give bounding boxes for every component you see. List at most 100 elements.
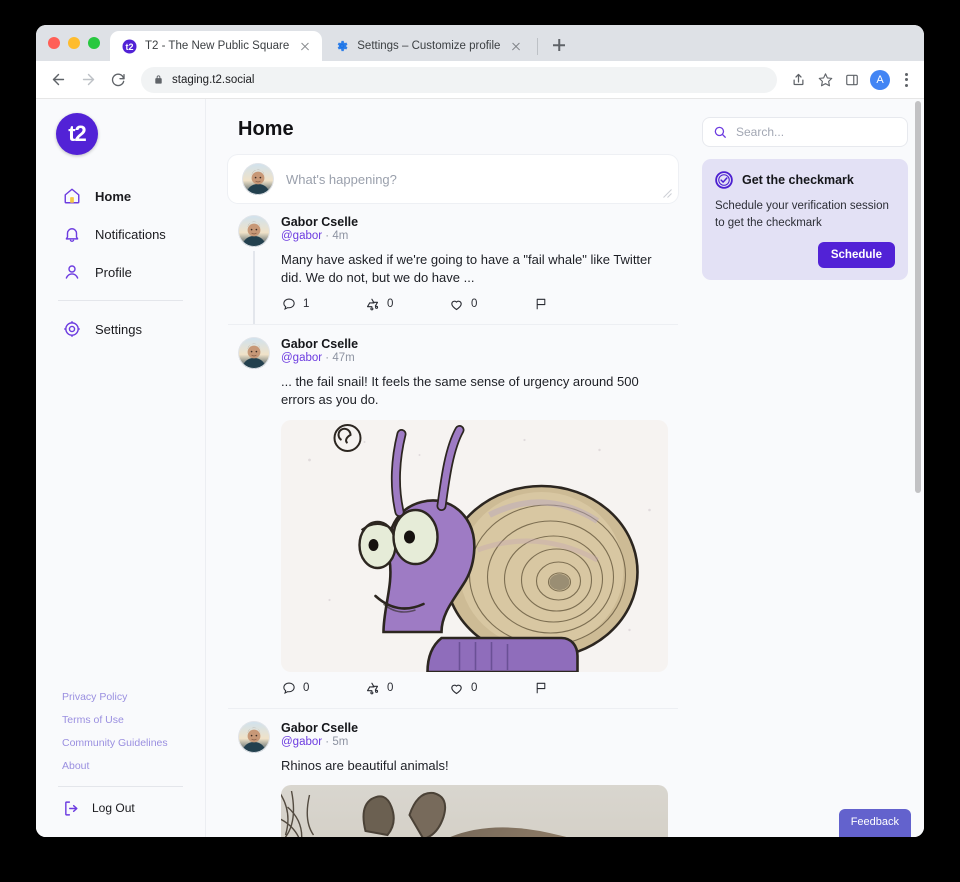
search-placeholder: Search... <box>736 125 785 139</box>
post-header: Gabor Cselle @gabor · 4m <box>281 215 668 242</box>
sidebar-item-profile[interactable]: Profile <box>36 253 205 291</box>
repost-icon <box>365 681 380 696</box>
scrollbar-thumb[interactable] <box>915 101 921 493</box>
post-author-handle[interactable]: @gabor <box>281 230 322 242</box>
search-input[interactable]: Search... <box>702 117 908 147</box>
avatar[interactable] <box>238 720 270 753</box>
sidebar-nav: Home Notifications Profile Settings <box>36 177 205 348</box>
bookmark-star-icon[interactable] <box>813 68 837 92</box>
maximize-window-button[interactable] <box>88 37 100 49</box>
browser-profile-avatar[interactable]: A <box>870 69 890 90</box>
reply-action[interactable]: 1 <box>281 297 365 312</box>
post-author-handle[interactable]: @gabor <box>281 736 322 748</box>
feedback-button[interactable]: Feedback <box>838 809 911 837</box>
close-window-button[interactable] <box>48 37 60 49</box>
repost-action[interactable]: 0 <box>365 681 449 696</box>
repost-action[interactable]: 0 <box>365 297 449 312</box>
sidebar-item-label: Home <box>95 188 132 204</box>
sidebar-item-home[interactable]: Home <box>36 177 205 215</box>
post-author-name[interactable]: Gabor Cselle <box>281 215 668 229</box>
sidebar-footer-links: Privacy Policy Terms of Use Community Gu… <box>36 691 205 786</box>
heart-icon <box>449 681 464 696</box>
home-icon <box>62 186 82 206</box>
logout-label: Log Out <box>92 801 135 815</box>
post-author-handle[interactable]: @gabor <box>281 352 322 364</box>
close-icon[interactable] <box>297 38 313 54</box>
lock-icon <box>153 74 164 85</box>
browser-tab-t2[interactable]: t2 T2 - The New Public Square <box>110 31 323 61</box>
post-item[interactable]: Gabor Cselle @gabor · 4m Many have asked… <box>228 203 678 324</box>
post-item[interactable]: Gabor Cselle @gabor · 5m Rhinos are beau… <box>228 707 678 837</box>
reply-count: 1 <box>303 298 310 311</box>
like-action[interactable]: 0 <box>449 297 533 312</box>
promo-header: Get the checkmark <box>715 171 895 189</box>
browser-tab-settings[interactable]: Settings – Customize profile <box>322 31 533 61</box>
post-meta: @gabor · 4m <box>281 230 668 242</box>
address-bar-url: staging.t2.social <box>172 73 255 86</box>
rhino-photo[interactable] <box>281 785 668 837</box>
repost-count: 0 <box>387 682 394 695</box>
promo-body-text: Schedule your verification session to ge… <box>715 200 889 229</box>
post-timestamp: 4m <box>332 230 349 242</box>
flag-icon <box>533 681 548 696</box>
sidebar-item-notifications[interactable]: Notifications <box>36 215 205 253</box>
repost-icon <box>365 297 380 312</box>
link-terms-of-use[interactable]: Terms of Use <box>62 714 205 726</box>
like-count: 0 <box>471 682 478 695</box>
reply-count: 0 <box>303 682 310 695</box>
address-bar[interactable]: staging.t2.social <box>141 66 777 93</box>
browser-menu-icon[interactable] <box>896 69 916 91</box>
avatar[interactable] <box>238 215 270 247</box>
close-icon[interactable] <box>508 38 524 54</box>
report-action[interactable] <box>533 297 617 312</box>
page-scrollbar[interactable] <box>914 101 922 835</box>
browser-tab-title: Settings – Customize profile <box>357 40 501 52</box>
sidebar-divider <box>58 300 183 301</box>
snail-illustration[interactable] <box>281 419 668 672</box>
resize-handle-icon[interactable] <box>663 189 672 198</box>
link-community-guidelines[interactable]: Community Guidelines <box>62 737 205 749</box>
avatar[interactable] <box>238 336 270 369</box>
schedule-button[interactable]: Schedule <box>817 242 895 269</box>
gear-icon <box>62 319 82 339</box>
post-gutter <box>238 336 270 708</box>
share-icon[interactable] <box>786 68 810 92</box>
post-meta: @gabor · 47m <box>281 352 668 364</box>
reload-button[interactable] <box>104 66 132 94</box>
tab-separator <box>537 38 539 55</box>
reply-action[interactable]: 0 <box>281 681 365 696</box>
right-rail: Search... Get the checkmark Schedule you… <box>692 99 924 837</box>
desktop-background: t2 T2 - The New Public Square Settings –… <box>0 0 960 882</box>
minimize-window-button[interactable] <box>68 37 80 49</box>
report-action[interactable] <box>533 681 617 696</box>
post-item[interactable]: Gabor Cselle @gabor · 47m ... the fail s… <box>228 323 678 708</box>
checkmark-promo-card: Get the checkmark Schedule your verifica… <box>702 159 908 281</box>
composer-box[interactable]: What's happening? <box>228 155 678 203</box>
heart-icon <box>449 297 464 312</box>
forward-button <box>74 66 102 94</box>
meta-separator: · <box>325 351 330 364</box>
side-panel-icon[interactable] <box>840 68 864 92</box>
repost-count: 0 <box>387 298 394 311</box>
new-tab-button[interactable] <box>546 32 572 58</box>
browser-window: t2 T2 - The New Public Square Settings –… <box>36 25 924 837</box>
link-privacy-policy[interactable]: Privacy Policy <box>62 691 205 703</box>
link-about[interactable]: About <box>62 760 205 772</box>
post-author-name[interactable]: Gabor Cselle <box>281 721 668 735</box>
logout-button[interactable]: Log Out <box>36 799 205 837</box>
like-action[interactable]: 0 <box>449 681 533 696</box>
thread-connector <box>253 251 255 324</box>
t2-logo-icon[interactable]: t2 <box>56 113 98 155</box>
sidebar-item-label: Settings <box>95 321 142 337</box>
person-icon <box>62 262 82 282</box>
t2-logo-icon: t2 <box>122 39 137 54</box>
gear-icon <box>334 39 349 54</box>
bell-icon <box>62 224 82 244</box>
page-viewport: t2 Home Notifications Profile Settings P… <box>36 99 924 837</box>
post-author-name[interactable]: Gabor Cselle <box>281 337 668 351</box>
post-body: Gabor Cselle @gabor · 4m Many have asked… <box>281 215 668 324</box>
back-button[interactable] <box>44 66 72 94</box>
sidebar-item-settings[interactable]: Settings <box>36 310 205 348</box>
post-actions: 0 0 0 <box>281 672 668 706</box>
post-text: Many have asked if we're going to have a… <box>281 252 652 286</box>
